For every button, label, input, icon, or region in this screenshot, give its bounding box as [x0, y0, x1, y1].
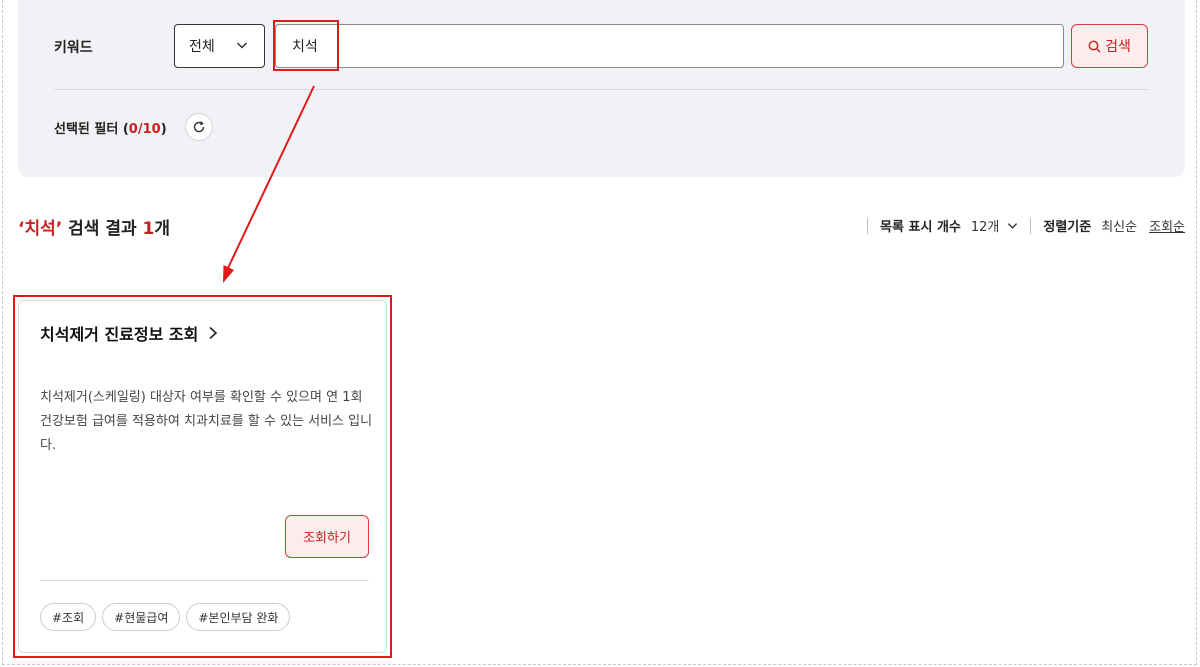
scope-select[interactable]: 전체 — [174, 24, 265, 68]
chevron-down-icon — [1008, 223, 1018, 229]
separator — [1030, 217, 1032, 234]
view-button[interactable]: 조회하기 — [285, 515, 369, 558]
chevron-down-icon — [236, 42, 248, 49]
scope-select-value: 전체 — [189, 39, 215, 55]
reset-filter-button[interactable] — [185, 113, 213, 141]
separator — [867, 217, 869, 234]
filter-divider — [54, 89, 1148, 90]
card-divider — [40, 580, 369, 581]
sort-option-views[interactable]: 조회순 — [1149, 216, 1185, 235]
search-input[interactable] — [275, 24, 1064, 68]
tag-chip[interactable]: #현물급여 — [102, 603, 181, 631]
tag-chip[interactable]: #본인부담 완화 — [186, 603, 291, 631]
search-icon — [1088, 40, 1101, 52]
card-description: 치석제거(스케일링) 대상자 여부를 확인할 수 있으며 연 1회 건강보험 급… — [40, 390, 373, 453]
filter-panel: 키워드 전체 검색 선택된 필터 (0/10) — [18, 0, 1185, 177]
search-button-label: 검색 — [1105, 39, 1131, 55]
card-tags: #조회 #현물급여 #본인부담 완화 — [40, 603, 291, 631]
selected-filter-count: 0/10 — [128, 122, 161, 137]
card-title-link[interactable]: 치석제거 진료정보 조회 — [40, 321, 218, 345]
sort-label: 정렬기준 — [1043, 220, 1092, 235]
sort-option-latest[interactable]: 최신순 — [1101, 216, 1137, 235]
refresh-icon — [193, 121, 205, 133]
card-title: 치석제거 진료정보 조회 — [40, 325, 199, 344]
result-text: 검색 결과 — [62, 219, 143, 239]
result-count: 1 — [142, 219, 155, 239]
chevron-right-icon — [209, 326, 218, 340]
selected-filter-suffix: ) — [160, 122, 167, 137]
page-size-select[interactable]: 12개 — [971, 216, 1019, 235]
tag-chip[interactable]: #조회 — [40, 603, 97, 631]
service-card: 치석제거 진료정보 조회 치석제거(스케일링) 대상자 여부를 확인할 수 있으… — [18, 300, 387, 653]
selected-filter-prefix: 선택된 필터 ( — [54, 122, 129, 137]
selected-filter-label: 선택된 필터 (0/10) — [54, 118, 167, 137]
search-button[interactable]: 검색 — [1071, 24, 1148, 68]
page-size-value: 12개 — [970, 220, 1000, 235]
search-result-title: ‘치석’ 검색 결과 1개 — [18, 214, 170, 239]
result-keyword: 치석 — [24, 219, 56, 239]
page-size-label: 목록 표시 개수 — [880, 220, 961, 235]
keyword-label: 키워드 — [54, 40, 93, 56]
result-unit: 개 — [154, 219, 171, 239]
list-controls: 목록 표시 개수 12개 정렬기준 최신순 조회순 — [855, 216, 1185, 235]
